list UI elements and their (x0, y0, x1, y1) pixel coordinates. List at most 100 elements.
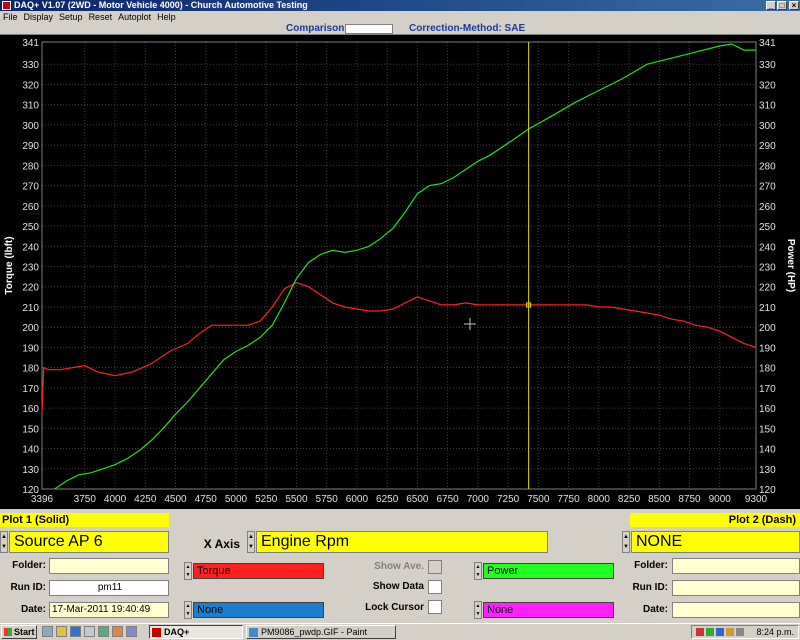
plot2-folder-field[interactable] (672, 558, 800, 574)
menu-reset[interactable]: Reset (86, 11, 116, 23)
lock-cursor-checkbox[interactable] (428, 600, 442, 614)
plot2-source-box[interactable]: NONE (631, 531, 800, 553)
paint-task-icon (249, 628, 258, 637)
close-button[interactable]: × (789, 1, 799, 10)
plot2-folder-label: Folder: (634, 560, 668, 571)
plot2-run-id-field[interactable] (672, 580, 800, 596)
show-data-label: Show Data (372, 581, 424, 592)
tray-shield-icon[interactable] (706, 628, 714, 636)
y-tick-label-right: 240 (759, 242, 776, 253)
x-tick-label: 4250 (134, 494, 157, 505)
show-ave-checkbox[interactable] (428, 560, 442, 574)
menu-autoplot[interactable]: Autoplot (115, 11, 154, 23)
plot2-header: Plot 2 (Dash) (630, 513, 800, 527)
x-axis-select[interactable]: Engine Rpm (256, 531, 548, 553)
plot-frame (41, 41, 757, 490)
plot1-channel2-spinner[interactable]: ▲ ▼ (184, 601, 192, 619)
x-tick-label: 3750 (74, 494, 97, 505)
plot2-channel2-spinner[interactable]: ▲ ▼ (474, 601, 482, 619)
y-tick-label-right: 341 (759, 38, 776, 49)
y-tick-label-left: 220 (22, 283, 39, 294)
x-tick-label: 6000 (346, 494, 369, 505)
y-tick-label-right: 300 (759, 121, 776, 132)
x-tick-label: 7250 (497, 494, 520, 505)
system-tray: 8:24 p.m. (691, 625, 799, 639)
y-tick-label-right: 160 (759, 404, 776, 415)
daq-task-icon (152, 628, 161, 637)
x-tick-label: 5750 (316, 494, 339, 505)
x-tick-label: 9300 (745, 494, 768, 505)
correction-method-label: Correction-Method: SAE (409, 23, 526, 34)
y-tick-label-left: 210 (22, 303, 39, 314)
plot1-date-field[interactable]: 17-Mar-2011 19:40:49 (49, 602, 169, 618)
y-tick-label-right: 220 (759, 283, 776, 294)
plot1-folder-field[interactable] (49, 558, 169, 574)
x-tick-label: 3396 (31, 494, 54, 505)
plot2-source-spinner[interactable]: ▲ ▼ (622, 531, 630, 553)
x-tick-label: 7000 (467, 494, 490, 505)
plot1-header: Plot 1 (Solid) (0, 513, 169, 527)
comparison-field[interactable] (345, 24, 393, 34)
x-tick-label: 8500 (648, 494, 671, 505)
menu-help[interactable]: Help (154, 11, 179, 23)
y-tick-label-right: 190 (759, 343, 776, 354)
y-tick-label-left: 180 (22, 364, 39, 375)
app-icon (2, 1, 11, 10)
y-tick-label-right: 310 (759, 101, 776, 112)
taskbar-paint[interactable]: PM9086_pwdp.GIF - Paint (246, 625, 396, 639)
tray-misc-icon[interactable] (736, 628, 744, 636)
maximize-button[interactable]: □ (777, 1, 787, 10)
y-tick-label-left: 310 (22, 101, 39, 112)
menu-file[interactable]: File (0, 11, 21, 23)
plot2-channel1-box[interactable]: Power (483, 563, 614, 579)
x-tick-label: 8750 (678, 494, 701, 505)
title-bar: DAQ+ V1.07 (2WD - Motor Vehicle 4000) - … (0, 0, 800, 11)
plot1-channel1-spinner[interactable]: ▲ ▼ (184, 562, 192, 580)
y-tick-label-right: 210 (759, 303, 776, 314)
y-tick-label-left: 320 (22, 80, 39, 91)
plot1-channel2-box[interactable]: None (193, 602, 324, 618)
plot1-folder-label: Folder: (12, 560, 46, 571)
plot2-date-label: Date: (642, 604, 668, 615)
quicklaunch-app-icon[interactable] (84, 626, 95, 637)
quicklaunch-browser-icon[interactable] (70, 626, 81, 637)
menu-display[interactable]: Display (21, 11, 57, 23)
x-tick-label: 6250 (376, 494, 399, 505)
y-tick-label-left: 270 (22, 182, 39, 193)
minimize-button[interactable]: _ (766, 1, 776, 10)
quicklaunch-folder-icon[interactable] (56, 626, 67, 637)
y-tick-label-right: 180 (759, 364, 776, 375)
x-axis-spinner[interactable]: ▲ ▼ (247, 531, 255, 553)
plot1-run-id-field[interactable]: pm11 (49, 580, 169, 596)
tray-network-icon[interactable] (696, 628, 704, 636)
x-tick-label: 6500 (406, 494, 429, 505)
y-tick-label-left: 290 (22, 141, 39, 152)
y-tick-label-right: 140 (759, 445, 776, 456)
plot2-date-field[interactable] (672, 602, 800, 618)
menu-setup[interactable]: Setup (56, 11, 86, 23)
y-tick-label-left: 280 (22, 161, 39, 172)
start-button[interactable]: Start (1, 625, 37, 639)
y-tick-label-right: 150 (759, 424, 776, 435)
plot1-date-label: Date: (20, 604, 46, 615)
plot1-run-id-label: Run ID: (10, 582, 46, 593)
quicklaunch-media-icon[interactable] (98, 626, 109, 637)
x-tick-label: 5000 (225, 494, 248, 505)
plot2-channel1-spinner[interactable]: ▲ ▼ (474, 562, 482, 580)
dyno-chart[interactable]: 341 341 330 330 320 320 310 310 300 300 290 290 280 2… (0, 35, 800, 509)
x-tick-label: 5500 (285, 494, 308, 505)
taskbar-daq[interactable]: DAQ+ (149, 625, 243, 639)
tray-volume-icon[interactable] (726, 628, 734, 636)
plot2-channel2-box[interactable]: None (483, 602, 614, 618)
quicklaunch-desktop-icon[interactable] (42, 626, 53, 637)
quicklaunch-tool-icon[interactable] (112, 626, 123, 637)
y-tick-label-left: 240 (22, 242, 39, 253)
y-tick-label-left: 140 (22, 445, 39, 456)
quicklaunch-extra-icon[interactable] (126, 626, 137, 637)
plot1-source-box[interactable]: Source AP 6 (9, 531, 169, 553)
show-data-checkbox[interactable] (428, 580, 442, 594)
y-tick-label-left: 230 (22, 263, 39, 274)
plot1-channel1-box[interactable]: Torque (193, 563, 324, 579)
plot1-source-spinner[interactable]: ▲ ▼ (0, 531, 8, 553)
tray-update-icon[interactable] (716, 628, 724, 636)
